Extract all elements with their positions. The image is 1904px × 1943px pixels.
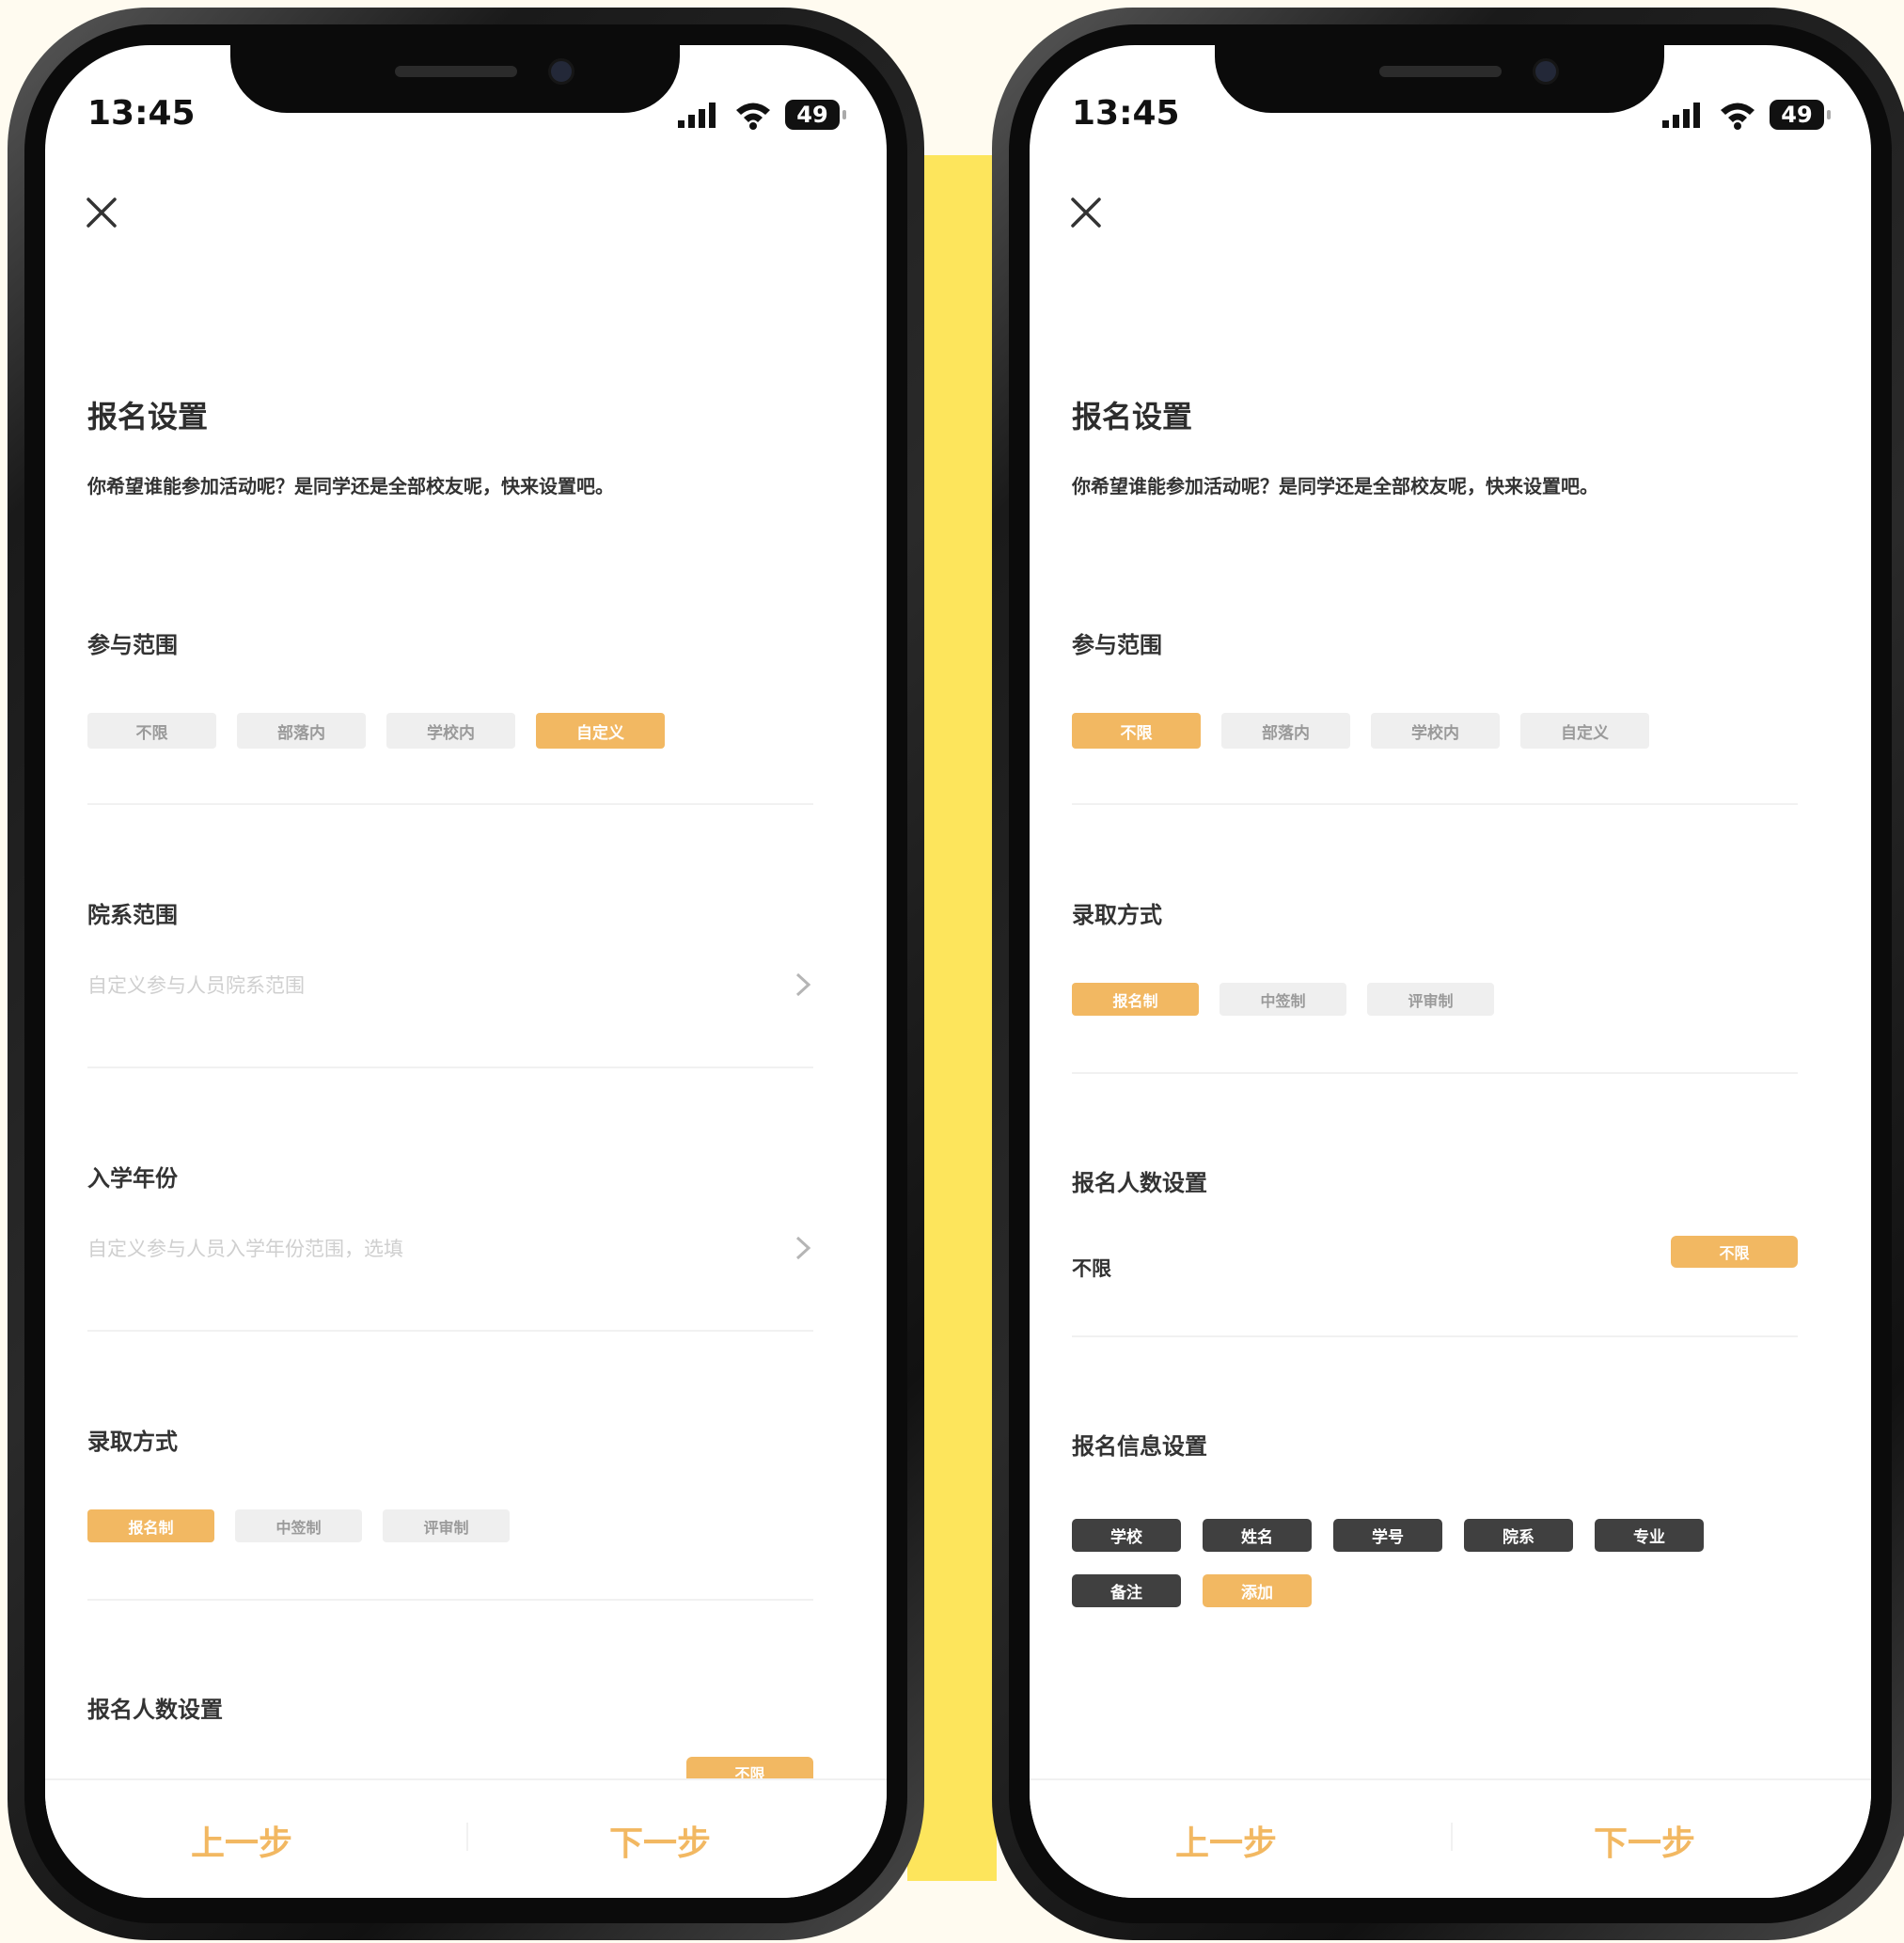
screen-right: 13:45 49 报名设置 你希望谁能参加活动呢？是同学还是全部校友呢，快来设置… [1030,45,1871,1898]
section-admission-method: 录取方式 [87,1429,178,1455]
status-time: 13:45 [1072,94,1180,133]
notch [230,45,680,113]
scope-option-school[interactable]: 学校内 [1371,713,1500,749]
signup-count-toggle[interactable]: 不限 [1671,1236,1798,1268]
info-tag-major[interactable]: 专业 [1595,1519,1704,1552]
scope-option-custom[interactable]: 自定义 [1520,713,1649,749]
nav-separator [465,1823,468,1851]
battery-icon: 49 [1770,100,1831,130]
chevron-right-icon [795,1236,811,1260]
info-tag-name[interactable]: 姓名 [1203,1519,1312,1552]
screen-left: 13:45 49 报名设置 你希望谁能参加活动呢？是同学还是全部校友呢，快来设置… [45,45,887,1898]
front-camera [1533,58,1559,85]
section-enrollment-year: 入学年份 [87,1165,178,1192]
divider [87,1066,813,1068]
speaker-grille [1379,66,1502,77]
wifi-icon [1721,103,1755,130]
signup-count-value: 不限 [1072,1257,1111,1280]
admission-options: 报名制 中签制 评审制 [87,1509,510,1542]
nav-separator [1450,1823,1453,1851]
divider [87,803,813,805]
info-tag-student-id[interactable]: 学号 [1333,1519,1442,1552]
scope-option-custom[interactable]: 自定义 [536,713,665,749]
divider [1072,1335,1798,1337]
divider [1072,1072,1798,1074]
phone-left: 13:45 49 报名设置 你希望谁能参加活动呢？是同学还是全部校友呢，快来设置… [8,8,924,1940]
page-description: 你希望谁能参加活动呢？是同学还是全部校友呢，快来设置吧。 [1072,475,1598,498]
info-tag-remark[interactable]: 备注 [1072,1574,1181,1607]
signup-info-tags: 学校 姓名 学号 院系 专业 备注 添加 [1072,1519,1730,1607]
prev-step-button[interactable]: 上一步 [1175,1816,1277,1865]
divider [87,1330,813,1332]
next-step-button[interactable]: 下一步 [609,1816,711,1865]
department-scope-field[interactable]: 自定义参与人员院系范围 [87,966,813,1003]
wifi-icon [736,103,770,130]
section-signup-count: 报名人数设置 [1072,1170,1207,1196]
scope-options: 不限 部落内 学校内 自定义 [1072,713,1649,749]
year-placeholder: 自定义参与人员入学年份范围，选填 [87,1238,403,1260]
stage: 13:45 49 报名设置 你希望谁能参加活动呢？是同学还是全部校友呢，快来设置… [0,0,1904,1943]
add-info-tag-button[interactable]: 添加 [1203,1574,1312,1607]
notch [1215,45,1664,113]
section-participation-scope: 参与范围 [87,632,178,658]
scope-option-school[interactable]: 学校内 [386,713,515,749]
battery-icon: 49 [785,100,846,130]
bottom-nav: 上一步 下一步 [45,1778,887,1898]
info-tag-school[interactable]: 学校 [1072,1519,1181,1552]
admission-option-lottery[interactable]: 中签制 [1220,983,1346,1016]
divider [1072,803,1798,805]
signal-icon [1662,103,1700,128]
page-description: 你希望谁能参加活动呢？是同学还是全部校友呢，快来设置吧。 [87,475,614,498]
divider [87,1599,813,1601]
scope-option-tribe[interactable]: 部落内 [237,713,366,749]
scope-options: 不限 部落内 学校内 自定义 [87,713,665,749]
scope-option-tribe[interactable]: 部落内 [1221,713,1350,749]
section-signup-info: 报名信息设置 [1072,1433,1207,1460]
scope-option-unlimited[interactable]: 不限 [1072,713,1201,749]
admission-option-review[interactable]: 评审制 [383,1509,510,1542]
admission-option-signup[interactable]: 报名制 [1072,983,1199,1016]
section-participation-scope: 参与范围 [1072,632,1162,658]
front-camera [548,58,574,85]
section-signup-count: 报名人数设置 [87,1697,223,1723]
prev-step-button[interactable]: 上一步 [191,1816,292,1865]
scope-option-unlimited[interactable]: 不限 [87,713,216,749]
section-admission-method: 录取方式 [1072,902,1162,928]
department-placeholder: 自定义参与人员院系范围 [87,974,305,997]
chevron-right-icon [795,972,811,997]
close-icon[interactable] [83,194,120,231]
admission-options: 报名制 中签制 评审制 [1072,983,1494,1016]
status-time: 13:45 [87,94,196,133]
phone-right: 13:45 49 报名设置 你希望谁能参加活动呢？是同学还是全部校友呢，快来设置… [992,8,1904,1940]
close-icon[interactable] [1067,194,1105,231]
next-step-button[interactable]: 下一步 [1594,1816,1695,1865]
signal-icon [678,103,716,128]
info-tag-department[interactable]: 院系 [1464,1519,1573,1552]
page-title: 报名设置 [87,399,209,434]
status-icons: 49 [676,100,846,130]
status-icons: 49 [1660,100,1831,130]
speaker-grille [395,66,517,77]
admission-option-lottery[interactable]: 中签制 [235,1509,362,1542]
section-department-scope: 院系范围 [87,902,178,928]
page-title: 报名设置 [1072,399,1193,434]
admission-option-signup[interactable]: 报名制 [87,1509,214,1542]
enrollment-year-field[interactable]: 自定义参与人员入学年份范围，选填 [87,1229,813,1267]
admission-option-review[interactable]: 评审制 [1367,983,1494,1016]
bottom-nav: 上一步 下一步 [1030,1778,1871,1898]
